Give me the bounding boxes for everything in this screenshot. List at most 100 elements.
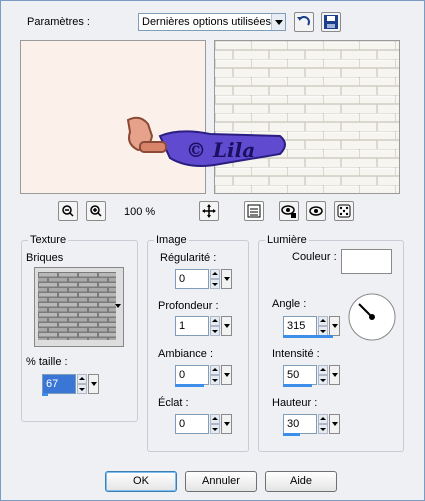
- regularity-input[interactable]: 0: [175, 269, 209, 289]
- texture-title: Texture: [28, 234, 69, 246]
- arrow-up-icon[interactable]: [318, 414, 328, 424]
- color-label: Couleur :: [292, 251, 337, 263]
- watermark-logo: © Lila: [120, 114, 292, 178]
- intensity-stepper[interactable]: [318, 365, 328, 385]
- texture-size-dropdown[interactable]: [88, 374, 99, 394]
- ambiance-input[interactable]: 0: [175, 365, 209, 385]
- arrow-down-icon[interactable]: [210, 326, 220, 336]
- arrow-up-icon[interactable]: [318, 316, 328, 326]
- zoom-out-icon: [62, 205, 74, 217]
- preset-select[interactable]: Dernières options utilisées: [138, 13, 286, 31]
- angle-level-bar: [283, 335, 333, 338]
- ok-button[interactable]: OK: [105, 471, 177, 492]
- regularity-label: Régularité :: [160, 252, 217, 264]
- angle-dropdown[interactable]: [329, 316, 340, 336]
- depth-stepper[interactable]: [210, 316, 220, 336]
- shine-value: 0: [179, 418, 186, 430]
- intensity-spinner[interactable]: 50: [283, 365, 341, 385]
- eye-lock-icon: [281, 205, 296, 218]
- eye-icon: [309, 206, 323, 216]
- arrow-down-icon[interactable]: [210, 375, 220, 385]
- cancel-button[interactable]: Annuler: [185, 471, 257, 492]
- shine-stepper[interactable]: [210, 414, 220, 434]
- texture-swatch[interactable]: [34, 267, 124, 347]
- arrow-down-icon[interactable]: [318, 424, 328, 434]
- shine-dropdown[interactable]: [221, 414, 232, 434]
- angle-dial[interactable]: [347, 292, 397, 342]
- zoom-out-button[interactable]: [58, 201, 78, 221]
- texture-name: Briques: [26, 252, 64, 264]
- height-dropdown[interactable]: [329, 414, 340, 434]
- help-button[interactable]: Aide: [265, 471, 337, 492]
- brick-swatch-image: [38, 272, 116, 340]
- texture-size-spinner[interactable]: 67: [42, 374, 100, 394]
- texture-size-level-bar: [42, 393, 48, 396]
- intensity-label: Intensité :: [272, 348, 320, 360]
- randomize-light-button[interactable]: [279, 201, 299, 221]
- angle-label: Angle :: [272, 298, 307, 310]
- arrow-up-icon[interactable]: [210, 365, 220, 375]
- texture-size-stepper[interactable]: [77, 374, 87, 394]
- preset-value: Dernières options utilisées: [142, 16, 272, 28]
- arrow-down-icon[interactable]: [77, 384, 87, 394]
- ambiance-level-bar: [175, 384, 204, 387]
- save-preset-button[interactable]: [321, 12, 341, 32]
- angle-spinner[interactable]: 315: [283, 316, 341, 336]
- intensity-value: 50: [287, 369, 300, 381]
- depth-input[interactable]: 1: [175, 316, 209, 336]
- arrow-up-icon[interactable]: [210, 316, 220, 326]
- arrow-down-icon[interactable]: [210, 424, 220, 434]
- undo-arrow-icon: [297, 16, 310, 26]
- shine-label: Éclat :: [158, 397, 189, 409]
- regularity-stepper[interactable]: [210, 269, 220, 289]
- angle-stepper[interactable]: [318, 316, 328, 336]
- reset-button[interactable]: [294, 12, 314, 32]
- depth-dropdown[interactable]: [221, 316, 232, 336]
- height-stepper[interactable]: [318, 414, 328, 434]
- height-input[interactable]: 30: [283, 414, 317, 434]
- texture-size-label: % taille :: [26, 356, 68, 368]
- ambiance-stepper[interactable]: [210, 365, 220, 385]
- view-settings-button[interactable]: [244, 201, 264, 221]
- light-color-swatch[interactable]: [341, 249, 392, 274]
- arrow-down-icon[interactable]: [210, 279, 220, 289]
- shine-input[interactable]: 0: [175, 414, 209, 434]
- texture-size-value: 67: [46, 378, 59, 390]
- ambiance-dropdown[interactable]: [221, 365, 232, 385]
- light-title: Lumière: [265, 234, 309, 246]
- texture-size-input[interactable]: 67: [42, 374, 76, 394]
- params-label: Paramètres :: [27, 16, 90, 28]
- move-icon: [202, 204, 216, 218]
- height-value: 30: [287, 418, 300, 430]
- zoom-in-button[interactable]: [86, 201, 106, 221]
- random-button[interactable]: [334, 201, 354, 221]
- intensity-input[interactable]: 50: [283, 365, 317, 385]
- intensity-dropdown[interactable]: [329, 365, 340, 385]
- arrow-down-icon[interactable]: [318, 375, 328, 385]
- ambiance-label: Ambiance :: [158, 348, 214, 360]
- ambiance-value: 0: [179, 369, 186, 381]
- arrow-up-icon[interactable]: [210, 414, 220, 424]
- angle-value: 315: [287, 320, 306, 332]
- height-spinner[interactable]: 30: [283, 414, 341, 434]
- shine-spinner[interactable]: 0: [175, 414, 233, 434]
- angle-input[interactable]: 315: [283, 316, 317, 336]
- intensity-level-bar: [283, 384, 312, 387]
- regularity-value: 0: [179, 273, 186, 285]
- dial-icon: [348, 293, 396, 341]
- floppy-disk-icon: [324, 15, 338, 29]
- preview-toggle-button[interactable]: [306, 201, 326, 221]
- ambiance-spinner[interactable]: 0: [175, 365, 233, 385]
- regularity-spinner[interactable]: 0: [175, 269, 233, 289]
- arrow-up-icon[interactable]: [77, 374, 87, 384]
- chevron-down-icon[interactable]: [271, 14, 285, 30]
- depth-label: Profondeur :: [158, 300, 219, 312]
- regularity-dropdown[interactable]: [221, 269, 232, 289]
- dice-icon: [337, 204, 351, 218]
- depth-spinner[interactable]: 1: [175, 316, 233, 336]
- pan-button[interactable]: [199, 201, 219, 221]
- height-level-bar: [283, 433, 300, 436]
- arrow-up-icon[interactable]: [210, 269, 220, 279]
- image-title: Image: [154, 234, 189, 246]
- arrow-up-icon[interactable]: [318, 365, 328, 375]
